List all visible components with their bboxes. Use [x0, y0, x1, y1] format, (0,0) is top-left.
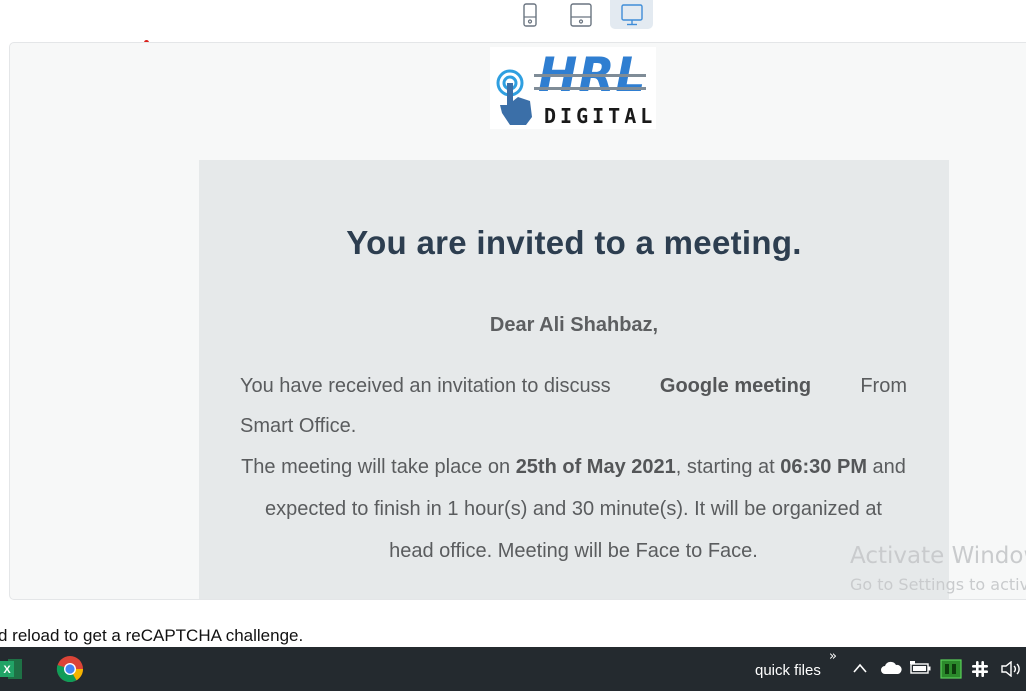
invitation-paragraph: You have received an invitation to discu…	[240, 366, 907, 446]
invitation-card: You are invited to a meeting. Dear Ali S…	[199, 160, 949, 599]
taskbar: X quick files »	[0, 647, 1026, 691]
activate-windows-watermark: Activate Window Go to Settings to activ	[850, 542, 1026, 600]
slack-icon[interactable]	[971, 660, 989, 678]
invitation-title: You are invited to a meeting.	[346, 224, 802, 261]
logo-strike-line	[534, 87, 646, 90]
logo-digital-text: DIGITAL	[544, 104, 657, 128]
phone-view-button[interactable]	[508, 0, 551, 29]
phone-icon	[522, 2, 537, 27]
desktop-icon	[620, 3, 643, 25]
excel-icon[interactable]: X	[0, 657, 22, 681]
toolbar-overflow-chevron[interactable]: »	[829, 649, 837, 664]
battery-icon[interactable]	[910, 661, 932, 675]
meeting-date: 25th of May 2021	[515, 456, 676, 478]
chevron-up-icon[interactable]	[852, 661, 868, 675]
desktop-view-button[interactable]	[610, 0, 653, 29]
para-text: From	[860, 375, 907, 397]
para-text: The meeting will take place on	[241, 456, 511, 478]
meeting-time: 06:30 PM	[780, 456, 867, 478]
recaptcha-message: d reload to get a reCAPTCHA challenge.	[0, 626, 304, 645]
chrome-icon[interactable]	[56, 655, 84, 683]
watermark-line-1: Activate Window	[850, 543, 1026, 569]
meeting-details-paragraph: The meeting will take place on 25th of M…	[240, 446, 907, 572]
para-text: You have received an invitation to discu…	[240, 375, 611, 397]
greeting: Dear Ali Shahbaz,	[489, 314, 659, 336]
para-text: Smart Office.	[240, 415, 357, 437]
device-toggle-bar	[508, 0, 653, 30]
svg-text:X: X	[3, 664, 11, 676]
logo-strike-line	[534, 74, 646, 77]
meeting-name: Google meeting	[659, 375, 812, 397]
para-text: , starting at	[675, 456, 775, 478]
tablet-icon	[569, 2, 592, 27]
email-preview-frame: HRL DIGITAL You are invited to a meeting…	[9, 42, 1026, 600]
volume-icon[interactable]	[1000, 661, 1022, 677]
tablet-view-button[interactable]	[559, 0, 602, 29]
watermark-line-2: Go to Settings to activ	[850, 575, 1026, 594]
quick-files-toolbar[interactable]: quick files	[755, 662, 821, 679]
hrl-digital-logo: HRL DIGITAL	[490, 47, 656, 129]
onedrive-icon[interactable]	[880, 661, 902, 675]
app-tray-icon[interactable]	[940, 659, 962, 679]
